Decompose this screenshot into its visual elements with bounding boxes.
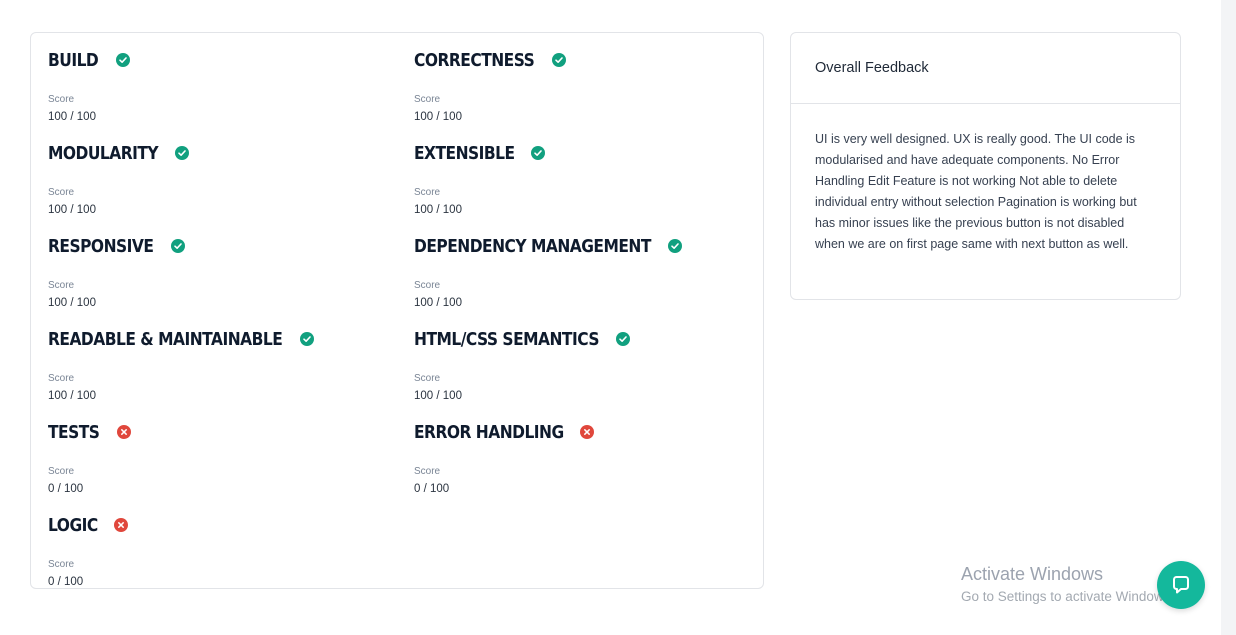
score-item: ERROR HANDLING Score 0 / 100 <box>414 419 754 499</box>
score-item: MODULARITY Score 100 / 100 <box>48 140 388 220</box>
score-header: READABLE & MAINTAINABLE <box>48 326 388 352</box>
scrollbar-track[interactable] <box>1221 0 1236 635</box>
score-value: 0 / 100 <box>48 576 84 588</box>
x-circle-icon <box>116 425 131 439</box>
score-label: Score <box>414 466 441 477</box>
check-circle-icon <box>175 146 190 160</box>
score-card: BUILD Score 100 / 100 CORRECTNESS Score 100 /… <box>30 32 764 589</box>
score-value: 100 / 100 <box>48 111 96 123</box>
check-circle-icon <box>615 332 630 346</box>
score-value: 0 / 100 <box>48 483 84 495</box>
score-label: Score <box>414 373 441 384</box>
feedback-body: UI is very well designed. UX is really g… <box>815 132 1137 251</box>
score-header: MODULARITY <box>48 140 388 166</box>
score-value: 100 / 100 <box>414 297 462 309</box>
score-title: BUILD <box>48 49 99 71</box>
score-header: LOGIC <box>48 512 388 538</box>
score-label: Score <box>48 466 75 477</box>
score-header: BUILD <box>48 47 388 73</box>
score-title: TESTS <box>48 421 100 443</box>
score-value: 100 / 100 <box>48 204 96 216</box>
score-label: Score <box>48 280 75 291</box>
score-title: CORRECTNESS <box>414 49 535 71</box>
score-header: RESPONSIVE <box>48 233 388 259</box>
score-item: TESTS Score 0 / 100 <box>48 419 388 499</box>
score-title: DEPENDENCY MANAGEMENT <box>414 235 651 257</box>
score-title: MODULARITY <box>48 142 159 164</box>
score-header: TESTS <box>48 419 388 445</box>
score-label: Score <box>48 559 75 570</box>
score-item: BUILD Score 100 / 100 <box>48 47 388 127</box>
chat-bubble-icon <box>1169 573 1193 597</box>
score-label: Score <box>414 280 441 291</box>
score-item: RESPONSIVE Score 100 / 100 <box>48 233 388 313</box>
check-circle-icon <box>170 239 185 253</box>
check-circle-icon <box>551 53 566 67</box>
score-item: DEPENDENCY MANAGEMENT Score 100 / 100 <box>414 233 754 313</box>
score-header: ERROR HANDLING <box>414 419 754 445</box>
score-title: ERROR HANDLING <box>414 421 564 443</box>
score-title: READABLE & MAINTAINABLE <box>48 328 283 350</box>
feedback-title: Overall Feedback <box>815 60 929 76</box>
activate-windows-subtitle: Go to Settings to activate Windows. <box>961 589 1175 604</box>
score-value: 100 / 100 <box>414 390 462 402</box>
score-header: EXTENSIBLE <box>414 140 754 166</box>
score-title: EXTENSIBLE <box>414 142 515 164</box>
score-label: Score <box>48 187 75 198</box>
score-value: 0 / 100 <box>414 483 450 495</box>
score-value: 100 / 100 <box>414 111 462 123</box>
score-label: Score <box>414 94 441 105</box>
score-label: Score <box>48 94 75 105</box>
check-circle-icon <box>115 53 130 67</box>
check-circle-icon <box>667 239 682 253</box>
score-title: HTML/CSS SEMANTICS <box>414 328 599 350</box>
check-circle-icon <box>531 146 546 160</box>
score-item: HTML/CSS SEMANTICS Score 100 / 100 <box>414 326 754 406</box>
score-title: LOGIC <box>48 514 98 536</box>
score-item: EXTENSIBLE Score 100 / 100 <box>414 140 754 220</box>
score-value: 100 / 100 <box>48 297 96 309</box>
x-circle-icon <box>114 518 129 532</box>
check-circle-icon <box>299 332 314 346</box>
score-label: Score <box>414 187 441 198</box>
x-circle-icon <box>580 425 595 439</box>
score-value: 100 / 100 <box>414 204 462 216</box>
help-chat-button[interactable] <box>1157 561 1205 609</box>
score-item: CORRECTNESS Score 100 / 100 <box>414 47 754 127</box>
activate-windows-title: Activate Windows <box>961 564 1104 584</box>
score-label: Score <box>48 373 75 384</box>
divider <box>791 103 1180 104</box>
score-item: LOGIC Score 0 / 100 <box>48 512 388 592</box>
score-header: HTML/CSS SEMANTICS <box>414 326 754 352</box>
score-header: DEPENDENCY MANAGEMENT <box>414 233 754 259</box>
feedback-card: Overall Feedback UI is very well designe… <box>790 32 1181 300</box>
score-value: 100 / 100 <box>48 390 96 402</box>
score-item: READABLE & MAINTAINABLE Score 100 / 100 <box>48 326 388 406</box>
score-title: RESPONSIVE <box>48 235 154 257</box>
score-header: CORRECTNESS <box>414 47 754 73</box>
